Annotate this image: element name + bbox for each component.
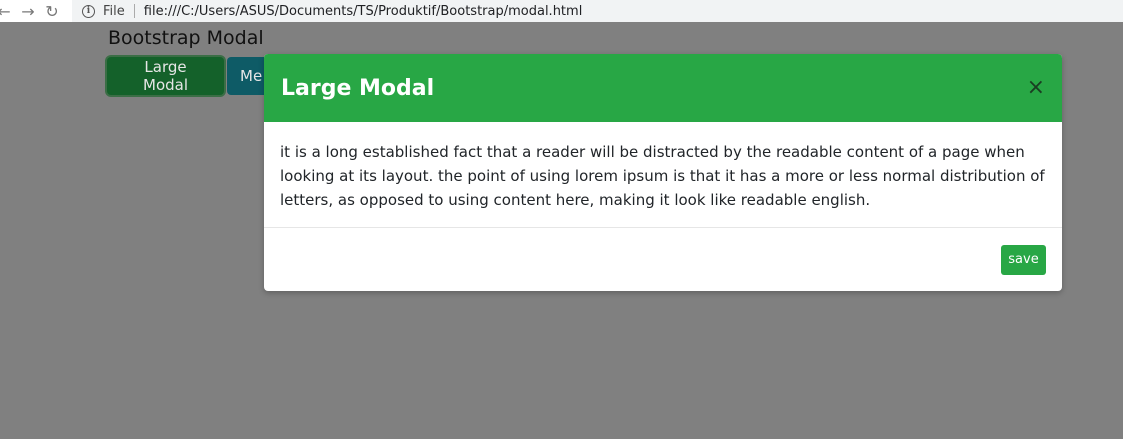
modal-title: Large Modal (281, 75, 435, 101)
arrow-left-icon: ← (0, 1, 11, 21)
modal-footer: save (264, 228, 1062, 291)
address-bar[interactable]: i File file:///C:/Users/ASUS/Documents/T… (72, 0, 1123, 22)
modal-header: Large Modal × (264, 54, 1062, 122)
large-modal-dialog: Large Modal × it is a long established f… (264, 54, 1062, 291)
arrow-right-icon: → (21, 1, 35, 21)
url-text[interactable]: file:///C:/Users/ASUS/Documents/TS/Produ… (144, 4, 583, 19)
large-modal-button[interactable]: Large Modal (107, 57, 224, 95)
page-title: Bootstrap Modal (108, 27, 264, 49)
reload-button[interactable]: ↻ (40, 0, 64, 22)
modal-body: it is a long established fact that a rea… (264, 122, 1062, 228)
modal-body-text: it is a long established fact that a rea… (280, 143, 1045, 209)
info-icon[interactable]: i (82, 4, 95, 18)
forward-button[interactable]: → (16, 0, 40, 22)
close-icon[interactable]: × (1027, 77, 1045, 99)
browser-toolbar: ← → ↻ i File file:///C:/Users/ASUS/Docum… (0, 0, 1123, 22)
url-scheme-label: File (103, 3, 125, 19)
address-separator (133, 4, 135, 18)
back-button[interactable]: ← (0, 0, 16, 22)
save-button[interactable]: save (1001, 244, 1046, 275)
reload-icon: ↻ (45, 1, 59, 21)
